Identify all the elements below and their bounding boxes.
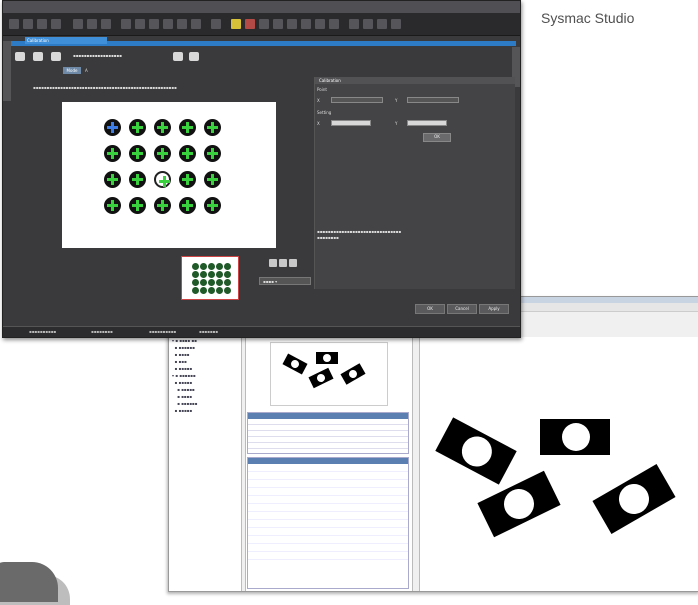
setting-x-field[interactable] bbox=[331, 120, 371, 126]
tab-calibration[interactable]: Calibration bbox=[25, 37, 107, 44]
view-button[interactable] bbox=[269, 259, 277, 267]
step-icon[interactable] bbox=[15, 52, 25, 61]
crosshair-icon[interactable] bbox=[154, 119, 171, 136]
toolbar-icon[interactable] bbox=[231, 19, 241, 29]
zoom-icon[interactable] bbox=[391, 19, 401, 29]
zoom-icon[interactable] bbox=[363, 19, 373, 29]
toolbar-icon[interactable] bbox=[191, 19, 201, 29]
cancel-button[interactable]: Cancel bbox=[447, 304, 477, 314]
toolbar-icon[interactable] bbox=[87, 19, 97, 29]
toolbar-icon[interactable] bbox=[149, 19, 159, 29]
crosshair-icon[interactable] bbox=[129, 145, 146, 162]
crosshair-icon[interactable] bbox=[179, 145, 196, 162]
menu-bar: ▪▪▪▪▪▪▪▪▪▪▪▪▪▪▪▪▪▪▪▪▪▪▪▪▪▪▪▪▪▪▪▪▪▪▪▪▪▪▪▪… bbox=[3, 1, 520, 17]
workflow-steps: ▪▪▪▪▪▪▪▪▪▪▪▪▪▪▪▪▪▪ bbox=[13, 49, 213, 63]
toolbar-icon[interactable] bbox=[301, 19, 311, 29]
toolbar-icon[interactable] bbox=[73, 19, 83, 29]
crosshair-icon[interactable] bbox=[104, 197, 121, 214]
apply-button[interactable]: OK bbox=[423, 133, 451, 142]
crosshair-icon[interactable] bbox=[154, 171, 171, 188]
point-y-field[interactable] bbox=[407, 97, 459, 103]
toolbar-icon[interactable] bbox=[177, 19, 187, 29]
point-x-field[interactable] bbox=[331, 97, 383, 103]
crosshair-icon[interactable] bbox=[104, 119, 121, 136]
status-bar: ▪▪▪▪▪▪▪▪▪▪ ▪▪▪▪▪▪▪▪ ▪▪▪▪▪▪▪▪▪▪ ▪▪▪▪▪▪▪ bbox=[3, 326, 520, 337]
crosshair-icon[interactable] bbox=[154, 145, 171, 162]
mode-button[interactable]: Mode bbox=[63, 67, 81, 74]
toolbar-icon[interactable] bbox=[315, 19, 325, 29]
crosshair-icon[interactable] bbox=[204, 119, 221, 136]
view-button[interactable] bbox=[289, 259, 297, 267]
zoom-icon[interactable] bbox=[377, 19, 387, 29]
crosshair-icon[interactable] bbox=[204, 171, 221, 188]
brand-label: Sysmac Studio bbox=[541, 10, 635, 26]
camera-head bbox=[0, 562, 58, 602]
crosshair-icon[interactable] bbox=[179, 197, 196, 214]
crosshair-icon[interactable] bbox=[129, 119, 146, 136]
zoom-icon[interactable] bbox=[349, 19, 359, 29]
toolbar-icon[interactable] bbox=[121, 19, 131, 29]
settings-panel: Calibration Point X Y Setting X Y OK ▪▪▪… bbox=[314, 77, 515, 289]
crosshair-icon[interactable] bbox=[204, 197, 221, 214]
toolbar-icon[interactable] bbox=[259, 19, 269, 29]
secondary-window: ▾ ▪ ▪▪▪▪ ▪▪ ▪ ▪▪▪▪▪▪ ▪ ▪▪▪▪ ▪ ▪▪▪ ▪ ▪▪▪▪… bbox=[168, 296, 698, 592]
vision-window: ▪▪▪▪▪▪▪▪▪▪▪▪▪▪▪▪▪▪▪▪▪▪▪▪▪▪▪▪▪▪▪▪▪▪▪▪▪▪▪▪… bbox=[2, 0, 521, 338]
main-toolbar bbox=[3, 13, 520, 36]
mode-value: A bbox=[85, 68, 88, 73]
toolbar-icon[interactable] bbox=[273, 19, 283, 29]
toolbar-icon[interactable] bbox=[101, 19, 111, 29]
image-view[interactable] bbox=[419, 337, 698, 591]
toolbar-icon[interactable] bbox=[23, 19, 33, 29]
thumbnail-preview[interactable] bbox=[181, 256, 239, 300]
toolbar-icon[interactable] bbox=[211, 19, 221, 29]
panel-title: Calibration bbox=[315, 77, 515, 84]
toolbar-icon[interactable] bbox=[287, 19, 297, 29]
crosshair-icon[interactable] bbox=[104, 145, 121, 162]
toolbar-icon[interactable] bbox=[51, 19, 61, 29]
crosshair-icon[interactable] bbox=[204, 145, 221, 162]
step-icon[interactable] bbox=[51, 52, 61, 61]
crosshair-icon[interactable] bbox=[129, 197, 146, 214]
view-button[interactable] bbox=[279, 259, 287, 267]
left-side-tab[interactable] bbox=[3, 41, 11, 101]
toolbar-icon[interactable] bbox=[245, 19, 255, 29]
ok-button[interactable]: OK bbox=[415, 304, 445, 314]
crosshair-icon[interactable] bbox=[179, 171, 196, 188]
project-tree[interactable]: ▾ ▪ ▪▪▪▪ ▪▪ ▪ ▪▪▪▪▪▪ ▪ ▪▪▪▪ ▪ ▪▪▪ ▪ ▪▪▪▪… bbox=[169, 337, 242, 591]
toolbar-icon[interactable] bbox=[163, 19, 173, 29]
instruction-text: ▪▪▪▪▪▪▪▪▪▪▪▪▪▪▪▪▪▪▪▪▪▪▪▪▪▪▪▪▪▪▪▪▪▪▪▪▪▪▪▪… bbox=[33, 85, 177, 90]
panel-section-label: Point bbox=[317, 87, 327, 92]
setting-y-field[interactable] bbox=[407, 120, 447, 126]
toolbar-icon[interactable] bbox=[9, 19, 19, 29]
step-icon[interactable] bbox=[173, 52, 183, 61]
crosshair-icon[interactable] bbox=[104, 171, 121, 188]
crosshair-icon[interactable] bbox=[179, 119, 196, 136]
apply-button[interactable]: Apply bbox=[479, 304, 509, 314]
zoom-select[interactable]: ▪▪▪▪ ▾ bbox=[259, 277, 311, 285]
crosshair-icon[interactable] bbox=[154, 197, 171, 214]
panel-section-label: Setting bbox=[317, 110, 332, 115]
properties-panel[interactable] bbox=[247, 457, 409, 589]
panel-note: ▪▪▪▪▪▪▪▪▪▪▪▪▪▪▪▪▪▪▪▪▪▪▪▪▪▪▪▪▪▪▪ bbox=[317, 229, 402, 234]
toolbar-icon[interactable] bbox=[329, 19, 339, 29]
toolbar-icon[interactable] bbox=[135, 19, 145, 29]
results-table[interactable] bbox=[247, 412, 409, 454]
panel-note: ▪▪▪▪▪▪▪▪ bbox=[317, 235, 339, 240]
toolbar-icon[interactable] bbox=[37, 19, 47, 29]
step-icon[interactable] bbox=[33, 52, 43, 61]
calibration-canvas[interactable] bbox=[62, 102, 276, 248]
crosshair-icon[interactable] bbox=[129, 171, 146, 188]
step-icon[interactable] bbox=[189, 52, 199, 61]
